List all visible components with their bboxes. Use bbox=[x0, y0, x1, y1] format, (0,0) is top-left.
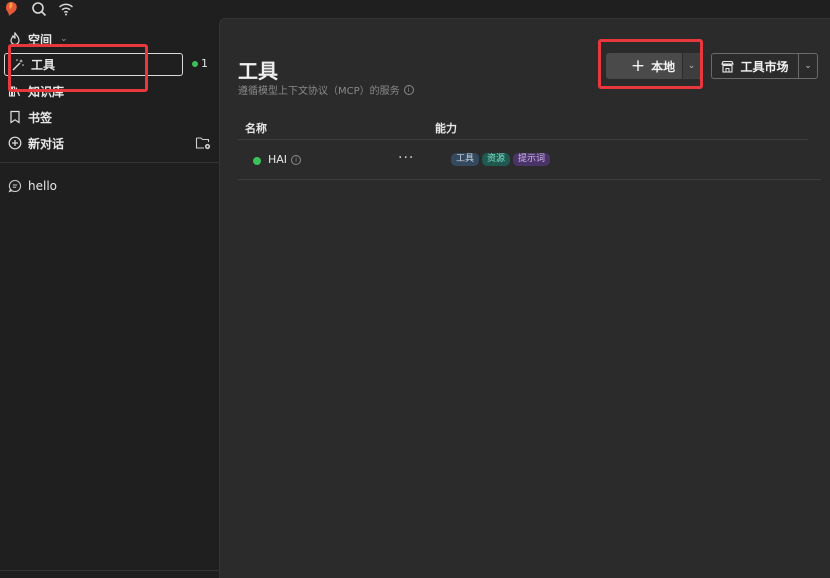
server-name: HAI i bbox=[268, 153, 302, 166]
bookmark-icon bbox=[10, 110, 20, 124]
info-icon[interactable]: i bbox=[403, 84, 414, 95]
market-dropdown-button[interactable]: ⌄ bbox=[798, 53, 818, 79]
column-header-name[interactable]: 名称 bbox=[245, 120, 267, 136]
search-icon[interactable] bbox=[31, 1, 47, 17]
page-subtitle: 遵循模型上下文协议（MCP）的服务 i bbox=[238, 82, 414, 97]
chevron-down-icon[interactable]: ⌄ bbox=[60, 34, 68, 44]
sidebar-item-new-chat[interactable]: 新对话 bbox=[8, 132, 64, 154]
status-dot bbox=[253, 157, 261, 165]
sidebar: 空间 ⌄ 工具 1 知识库 书签 新对话 hello bbox=[0, 18, 219, 578]
info-icon[interactable]: i bbox=[291, 154, 302, 165]
page-title: 工具 bbox=[238, 59, 278, 83]
tool-market-label: 工具市场 bbox=[740, 59, 789, 74]
status-dot bbox=[192, 61, 198, 67]
capability-tag-prompts: 提示词 bbox=[513, 153, 551, 166]
column-header-capabilities[interactable]: 能力 bbox=[435, 120, 457, 136]
more-options-icon[interactable]: ··· bbox=[398, 150, 414, 166]
main-panel: 工具 遵循模型上下文协议（MCP）的服务 i + 本地 ⌄ 工具市场 ⌄ 名称 … bbox=[219, 18, 830, 578]
capability-tag-resources: 资源 bbox=[482, 153, 511, 166]
top-bar bbox=[0, 0, 830, 18]
app-logo-icon bbox=[6, 2, 17, 16]
highlight-box bbox=[8, 44, 148, 92]
folder-settings-icon[interactable] bbox=[195, 136, 211, 150]
conversation-label: hello bbox=[28, 179, 57, 193]
sidebar-divider bbox=[0, 162, 219, 163]
highlight-box bbox=[598, 39, 703, 89]
tools-count-badge: 1 bbox=[201, 57, 208, 70]
wifi-icon[interactable] bbox=[58, 1, 74, 17]
sidebar-item-label: 书签 bbox=[28, 110, 53, 125]
tool-market-button[interactable]: 工具市场 bbox=[711, 53, 799, 79]
sidebar-bottom-divider bbox=[0, 570, 219, 571]
capability-tag-tools: 工具 bbox=[451, 153, 480, 166]
chevron-down-icon: ⌄ bbox=[804, 61, 812, 71]
sidebar-item-bookmarks[interactable]: 书签 bbox=[8, 106, 52, 128]
page-subtitle-text: 遵循模型上下文协议（MCP）的服务 bbox=[238, 86, 400, 97]
plus-circle-icon bbox=[8, 136, 22, 150]
capability-tags: 工具 资源 提示词 bbox=[451, 153, 551, 166]
table-row[interactable]: HAI i ··· 工具 资源 提示词 bbox=[238, 140, 821, 180]
sidebar-item-label: 新对话 bbox=[28, 136, 65, 151]
conversation-item[interactable]: hello bbox=[8, 175, 57, 197]
chat-icon bbox=[8, 179, 22, 193]
store-icon bbox=[721, 60, 735, 73]
server-name-text: HAI bbox=[268, 153, 288, 166]
